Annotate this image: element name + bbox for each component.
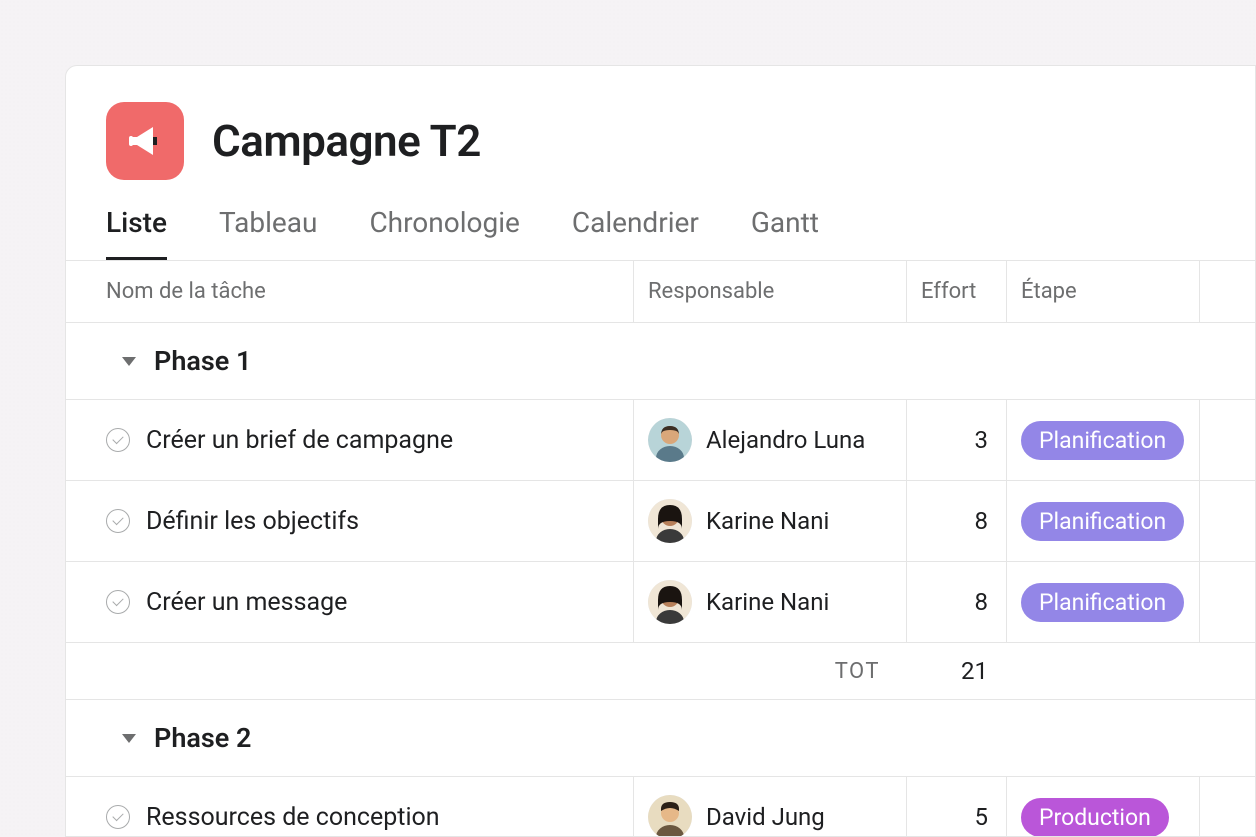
task-row[interactable]: Définir les objectifs Karine Nani 8 Plan… xyxy=(66,481,1255,562)
section-total-row: TOT 21 xyxy=(66,643,1255,699)
responsible-name: Karine Nani xyxy=(706,507,829,535)
column-extra xyxy=(1199,261,1255,322)
check-circle-icon[interactable] xyxy=(106,509,130,533)
tab-calendar[interactable]: Calendrier xyxy=(572,206,699,260)
responsible-name: Alejandro Luna xyxy=(706,426,865,454)
avatar[interactable] xyxy=(648,795,692,837)
column-task-name[interactable]: Nom de la tâche xyxy=(66,261,633,322)
task-row[interactable]: Créer un brief de campagne Alejandro Lun… xyxy=(66,400,1255,481)
avatar[interactable] xyxy=(648,580,692,624)
total-label: TOT xyxy=(66,643,906,699)
chevron-down-icon xyxy=(122,357,136,366)
stage-badge[interactable]: Planification xyxy=(1021,583,1184,622)
task-name: Créer un message xyxy=(146,588,347,617)
section-title: Phase 1 xyxy=(154,345,251,377)
project-window: Campagne T2 Liste Tableau Chronologie Ca… xyxy=(65,65,1256,837)
tab-timeline[interactable]: Chronologie xyxy=(369,206,519,260)
responsible-name: Karine Nani xyxy=(706,588,829,616)
effort-value: 8 xyxy=(907,507,992,535)
stage-badge[interactable]: Production xyxy=(1021,798,1169,837)
megaphone-icon xyxy=(123,119,167,163)
task-name: Définir les objectifs xyxy=(146,507,359,536)
task-row[interactable]: Ressources de conception David Jung 5 Pr… xyxy=(66,777,1255,837)
project-title: Campagne T2 xyxy=(212,115,481,167)
column-effort[interactable]: Effort xyxy=(906,261,1006,322)
project-header: Campagne T2 xyxy=(66,66,1255,180)
task-row[interactable]: Créer un message Karine Nani 8 Planifica… xyxy=(66,562,1255,643)
effort-value: 5 xyxy=(907,803,992,831)
check-circle-icon[interactable] xyxy=(106,590,130,614)
task-name: Créer un brief de campagne xyxy=(146,426,453,455)
table-header: Nom de la tâche Responsable Effort Étape xyxy=(66,260,1255,323)
check-circle-icon[interactable] xyxy=(106,428,130,452)
tab-list[interactable]: Liste xyxy=(106,206,167,260)
check-circle-icon[interactable] xyxy=(106,805,130,829)
stage-badge[interactable]: Planification xyxy=(1021,502,1184,541)
section-header[interactable]: Phase 1 xyxy=(66,323,1255,400)
column-stage[interactable]: Étape xyxy=(1006,261,1199,322)
task-name: Ressources de conception xyxy=(146,803,440,832)
section-header[interactable]: Phase 2 xyxy=(66,699,1255,777)
stage-badge[interactable]: Planification xyxy=(1021,421,1184,460)
avatar[interactable] xyxy=(648,418,692,462)
responsible-name: David Jung xyxy=(706,803,825,831)
effort-value: 8 xyxy=(907,588,992,616)
view-tabs: Liste Tableau Chronologie Calendrier Gan… xyxy=(66,180,1255,260)
tab-gantt[interactable]: Gantt xyxy=(751,206,819,260)
project-icon[interactable] xyxy=(106,102,184,180)
tab-board[interactable]: Tableau xyxy=(219,206,317,260)
avatar[interactable] xyxy=(648,499,692,543)
total-value: 21 xyxy=(906,643,1006,699)
effort-value: 3 xyxy=(907,426,992,454)
chevron-down-icon xyxy=(122,734,136,743)
column-responsible[interactable]: Responsable xyxy=(633,261,906,322)
section-title: Phase 2 xyxy=(154,722,251,754)
